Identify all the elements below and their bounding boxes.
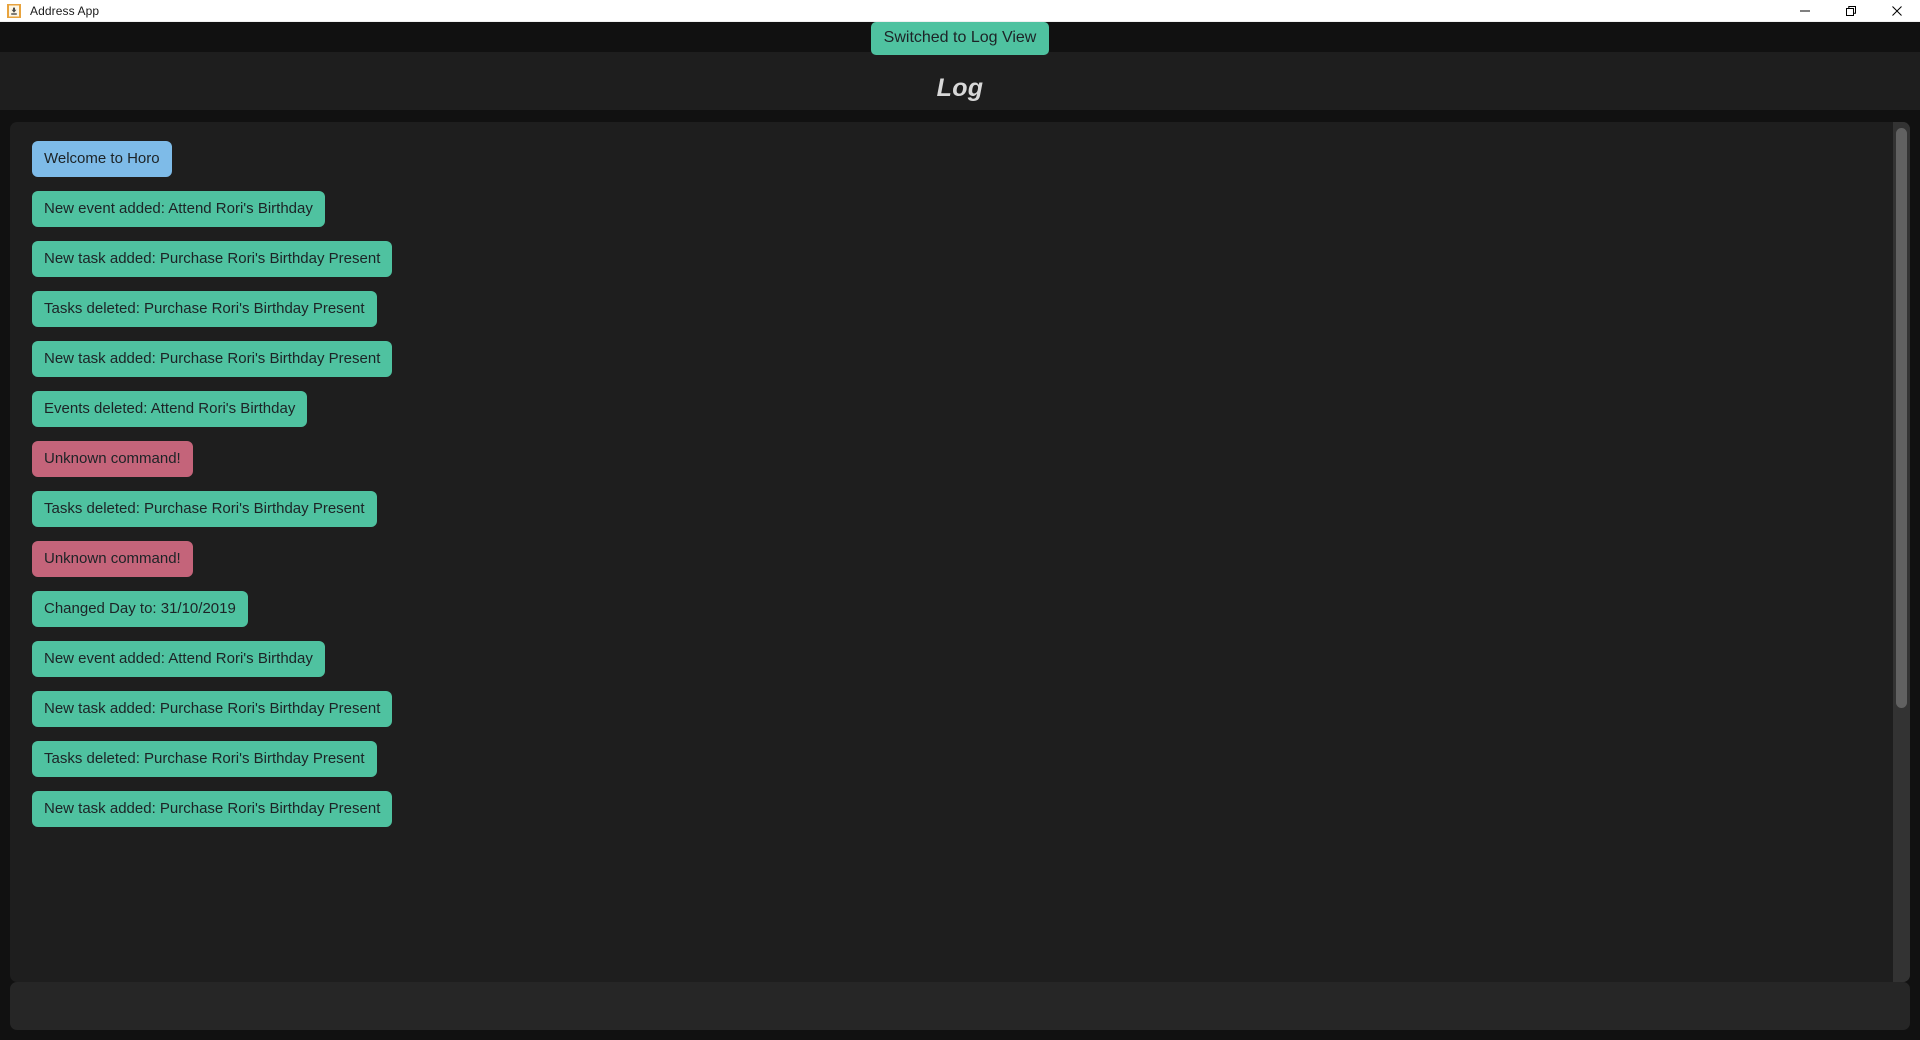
log-entry-row: New event added: Attend Rori's Birthday (10, 634, 1910, 684)
log-entry-row: Tasks deleted: Purchase Rori's Birthday … (10, 734, 1910, 784)
page-header: Log (0, 52, 1920, 110)
restore-icon[interactable] (1828, 0, 1874, 22)
log-entry-chip: Unknown command! (32, 541, 193, 577)
log-scrollbar-track[interactable] (1893, 122, 1910, 982)
log-scrollbar-thumb[interactable] (1896, 128, 1907, 708)
window-title-bar: Address App (0, 0, 1920, 22)
window-title: Address App (30, 3, 100, 18)
log-entry-row: Changed Day to: 31/10/2019 (10, 584, 1910, 634)
log-entry-chip: Events deleted: Attend Rori's Birthday (32, 391, 308, 427)
log-entry-chip: Changed Day to: 31/10/2019 (32, 591, 248, 627)
log-entry-chip: New task added: Purchase Rori's Birthday… (32, 341, 393, 377)
log-panel: Welcome to Horo New event added: Attend R… (10, 122, 1910, 982)
application-window: Switched to Log View Log Welcome to Horo… (0, 22, 1920, 1040)
log-entry-chip: Tasks deleted: Purchase Rori's Birthday … (32, 291, 377, 327)
log-entry-row: New task added: Purchase Rori's Birthday… (10, 684, 1910, 734)
status-toast: Switched to Log View (870, 22, 1050, 55)
log-entry-row: New event added: Attend Rori's Birthday (10, 184, 1910, 234)
toast-layer: Switched to Log View (0, 22, 1920, 55)
window-controls (1782, 0, 1920, 22)
log-entry-chip: New event added: Attend Rori's Birthday (32, 191, 325, 227)
minimize-icon[interactable] (1782, 0, 1828, 22)
log-entry-row: New task added: Purchase Rori's Birthday… (10, 784, 1910, 834)
log-entry-chip: Tasks deleted: Purchase Rori's Birthday … (32, 491, 377, 527)
log-entry-chip: Welcome to Horo (32, 141, 172, 177)
log-entry-chip: Unknown command! (32, 441, 193, 477)
log-entry-chip: New task added: Purchase Rori's Birthday… (32, 691, 393, 727)
log-entry-row: New task added: Purchase Rori's Birthday… (10, 234, 1910, 284)
command-bar[interactable] (10, 982, 1910, 1030)
app-icon (7, 3, 21, 18)
log-entry-row: New task added: Purchase Rori's Birthday… (10, 334, 1910, 384)
close-icon[interactable] (1874, 0, 1920, 22)
log-entry-row: Events deleted: Attend Rori's Birthday (10, 384, 1910, 434)
log-list: Welcome to Horo New event added: Attend R… (10, 122, 1910, 982)
log-entry-chip: New task added: Purchase Rori's Birthday… (32, 791, 393, 827)
log-entry-row: Unknown command! (10, 434, 1910, 484)
log-entry-chip: Tasks deleted: Purchase Rori's Birthday … (32, 741, 377, 777)
log-entry-row: Tasks deleted: Purchase Rori's Birthday … (10, 284, 1910, 334)
log-entry-row: Unknown command! (10, 534, 1910, 584)
log-entry-row: Tasks deleted: Purchase Rori's Birthday … (10, 484, 1910, 534)
log-entry-chip: New task added: Purchase Rori's Birthday… (32, 241, 393, 277)
page-title: Log (936, 73, 984, 102)
command-input[interactable] (24, 982, 1896, 1030)
log-entry-row: Welcome to Horo (10, 134, 1910, 184)
log-entry-chip: New event added: Attend Rori's Birthday (32, 641, 325, 677)
